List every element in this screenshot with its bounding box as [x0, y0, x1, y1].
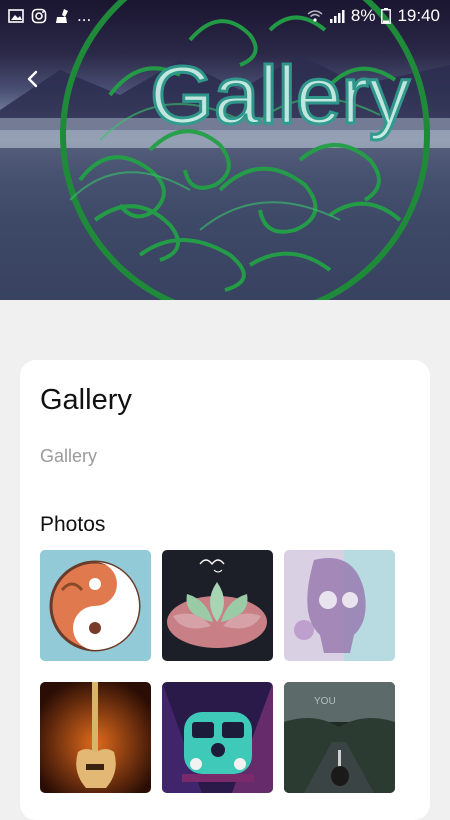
wifi-icon	[307, 10, 323, 22]
cleaner-icon	[56, 9, 68, 23]
instagram-icon	[31, 8, 47, 24]
yin-yang-photo	[40, 550, 151, 661]
gallery-banner-art: Gallery	[0, 0, 450, 300]
photo-thumbnail-yin-yang[interactable]	[40, 550, 151, 661]
header-image: Gallery ... 8% 19:40	[0, 0, 450, 300]
succulent-photo	[162, 550, 273, 661]
photo-thumbnail-guitar[interactable]	[40, 682, 151, 793]
skull-photo	[284, 550, 395, 661]
road-guitar-photo: YOU	[284, 682, 395, 793]
gallery-title: Gallery	[40, 384, 132, 416]
photo-thumbnail-succulent[interactable]	[162, 550, 273, 661]
status-bar: ... 8% 19:40	[0, 0, 450, 32]
photo-thumbnail-skull[interactable]	[284, 550, 395, 661]
clock: 19:40	[397, 6, 440, 25]
more-notifications: ...	[77, 6, 92, 25]
guitar-photo	[40, 682, 151, 793]
back-button[interactable]	[18, 64, 48, 94]
photo-thumbnail-van[interactable]	[162, 682, 273, 793]
image-notification-icon	[8, 9, 24, 23]
battery-percent: 8%	[350, 6, 376, 25]
banner-title: Gallery	[150, 50, 410, 141]
svg-text:YOU: YOU	[314, 696, 336, 707]
photos-section-title: Photos	[40, 513, 106, 536]
van-photo	[162, 682, 273, 793]
gallery-subtitle: Gallery	[40, 446, 98, 466]
chevron-left-icon	[27, 70, 38, 88]
photo-thumbnail-road-guitar[interactable]: YOU	[284, 682, 395, 793]
gallery-card: Gallery Gallery Photos YOU	[20, 360, 430, 820]
battery-icon	[381, 8, 392, 24]
signal-icon	[329, 10, 345, 23]
